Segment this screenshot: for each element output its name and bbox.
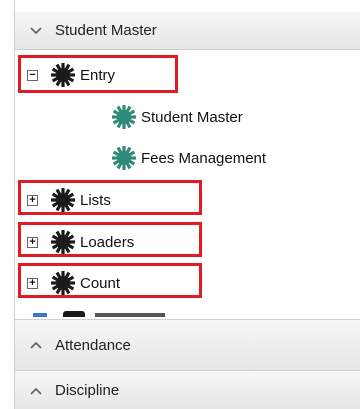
tree-leaf-student-master[interactable]: Student Master: [111, 102, 243, 132]
tree-node-clipped: [15, 311, 360, 317]
chevron-up-icon: [30, 387, 42, 395]
collapse-toggle-icon[interactable]: −: [27, 69, 38, 81]
accordion-header-discipline[interactable]: Discipline: [15, 372, 360, 409]
tree-label-fees-management: Fees Management: [141, 149, 267, 167]
accordion-label-attendance: Attendance: [55, 336, 131, 354]
gear-icon: [51, 271, 75, 295]
gear-icon: [112, 105, 136, 129]
tree-leaf-fees-management[interactable]: Fees Management: [111, 143, 266, 173]
toggle-sliver: [33, 313, 47, 317]
tree-node-loaders[interactable]: + Loaders: [27, 227, 134, 257]
tree-label-entry: Entry: [80, 66, 116, 84]
accordion-header-attendance[interactable]: Attendance: [15, 319, 360, 371]
gear-icon: [63, 311, 85, 317]
gear-icon: [51, 188, 75, 212]
accordion-label-discipline: Discipline: [55, 382, 120, 399]
chevron-down-icon: [30, 26, 42, 34]
expand-toggle-icon[interactable]: +: [27, 194, 38, 206]
tree-node-entry[interactable]: − Entry: [27, 60, 115, 90]
accordion-label-student-master: Student Master: [55, 22, 157, 39]
gear-icon: [51, 63, 75, 87]
gear-icon: [51, 230, 75, 254]
label-sliver: [95, 313, 165, 317]
tree-label-student-master: Student Master: [141, 108, 243, 126]
tree-label-loaders: Loaders: [80, 233, 135, 251]
accordion-header-student-master[interactable]: Student Master: [15, 12, 360, 50]
expand-toggle-icon[interactable]: +: [27, 236, 38, 248]
tree-label-lists: Lists: [80, 191, 111, 209]
tree-node-lists[interactable]: + Lists: [27, 185, 111, 215]
tree-label-count: Count: [80, 274, 121, 292]
chevron-up-icon: [30, 341, 42, 349]
expand-toggle-icon[interactable]: +: [27, 277, 38, 289]
gear-icon: [112, 146, 136, 170]
navigation-panel: Student Master − Entry Student Master Fe…: [14, 0, 360, 409]
tree-node-count[interactable]: + Count: [27, 268, 120, 298]
